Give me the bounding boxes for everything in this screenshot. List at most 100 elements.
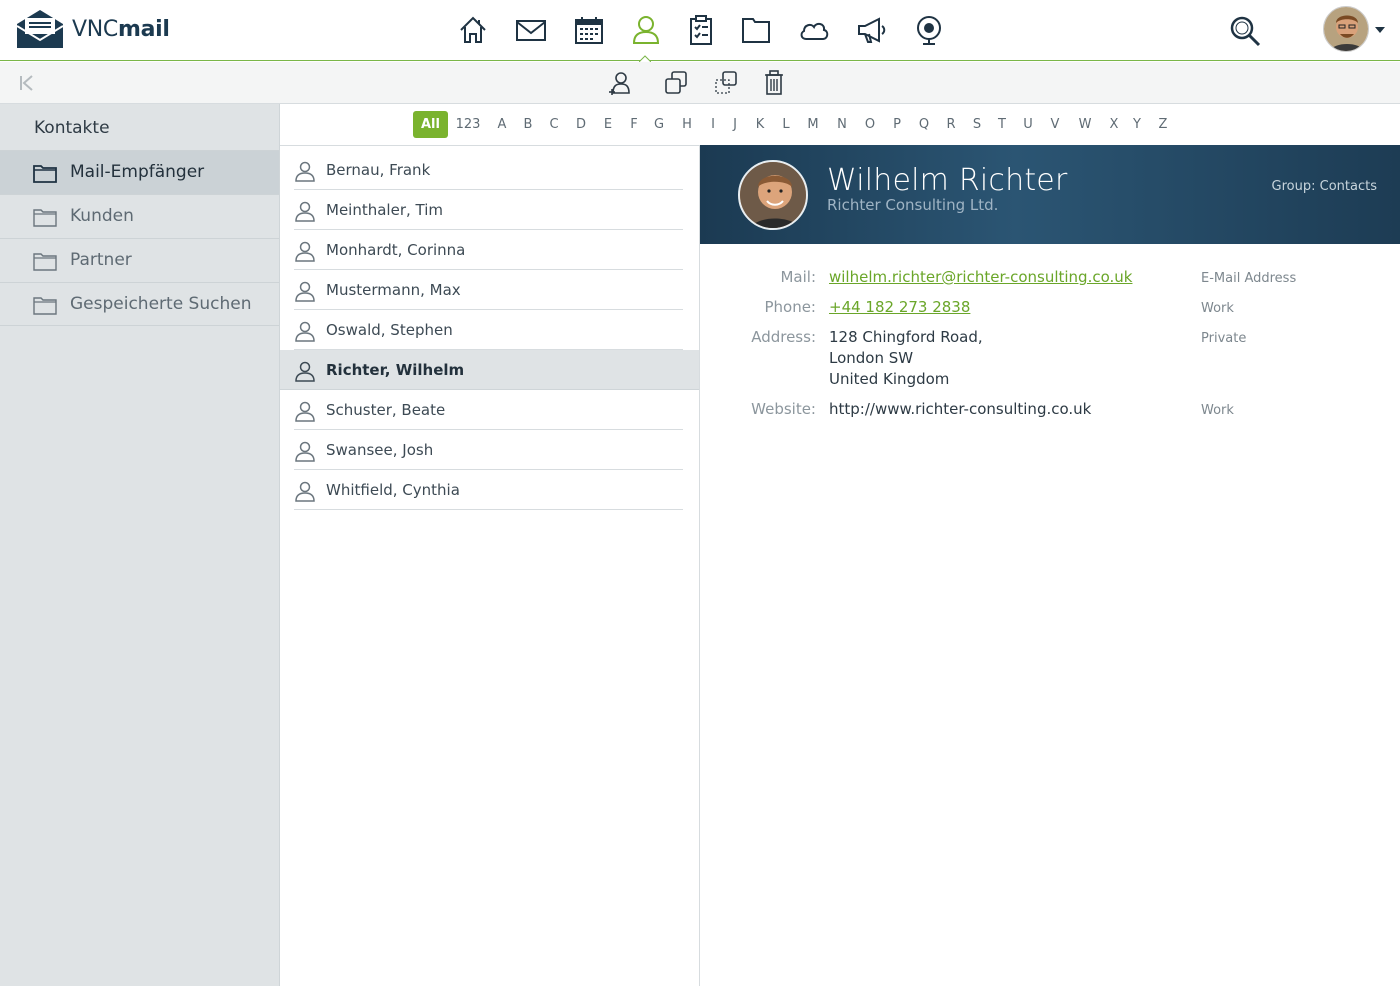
cloud-icon[interactable] [798, 13, 830, 47]
folder-icon [33, 209, 57, 227]
person-icon [295, 201, 315, 222]
person-icon [295, 321, 315, 342]
sidebar-item-kunden[interactable]: Kunden [0, 194, 279, 238]
add-contact-icon[interactable] [606, 69, 634, 97]
calendar-icon[interactable] [573, 13, 605, 47]
phone-label: Phone: [764, 298, 816, 316]
alphabet-filter: All 123 A B C D E F G H I J K L M N O P Q R S T U V W X Y Z [280, 104, 1400, 145]
contact-list-item[interactable]: Meinthaler, Tim [294, 190, 683, 230]
website-type: Work [1201, 403, 1234, 418]
mail-label: Mail: [780, 268, 816, 286]
sidebar-item-label: Mail-Empfänger [70, 162, 205, 182]
alphabet-filter-g[interactable]: G [651, 111, 667, 138]
alphabet-filter-v[interactable]: V [1047, 111, 1063, 138]
alphabet-filter-z[interactable]: Z [1155, 111, 1171, 138]
alphabet-filter-u[interactable]: U [1020, 111, 1036, 138]
alphabet-filter-t[interactable]: T [994, 111, 1010, 138]
alphabet-filter-w[interactable]: W [1075, 111, 1095, 138]
vncmail-logo[interactable]: VNCmail [17, 10, 170, 48]
alphabet-filter-p[interactable]: P [889, 111, 905, 138]
contact-list-item[interactable]: Swansee, Josh [294, 430, 683, 470]
folder-icon [33, 165, 57, 183]
alphabet-filter-j[interactable]: J [727, 111, 743, 138]
search-icon[interactable] [1228, 14, 1262, 48]
contact-name-label: Bernau, Frank [326, 161, 431, 179]
active-app-caret-icon [639, 55, 651, 62]
delete-contact-icon[interactable] [760, 69, 788, 97]
mail-link[interactable]: wilhelm.richter@richter-consulting.co.uk [829, 267, 1132, 288]
alphabet-filter-n[interactable]: N [834, 111, 850, 138]
alphabet-filter-123[interactable]: 123 [453, 111, 483, 138]
contact-list-item[interactable]: Whitfield, Cynthia [294, 470, 683, 510]
contact-list-item[interactable]: Richter, Wilhelm [280, 350, 699, 390]
alphabet-filter-q[interactable]: Q [916, 111, 932, 138]
alphabet-filter-d[interactable]: D [573, 111, 589, 138]
alphabet-filter-o[interactable]: O [862, 111, 878, 138]
person-icon [295, 241, 315, 262]
contacts-sidebar: Kontakte Mail-Empfänger Kunden Partner G… [0, 104, 280, 986]
video-icon[interactable] [913, 13, 945, 47]
contact-name-label: Whitfield, Cynthia [326, 481, 460, 499]
contact-name: Wilhelm Richter [827, 163, 1068, 198]
collapse-sidebar-icon[interactable] [18, 73, 36, 93]
user-menu-chevron-down-icon[interactable] [1375, 26, 1385, 34]
alphabet-filter-h[interactable]: H [679, 111, 695, 138]
alphabet-filter-f[interactable]: F [626, 111, 642, 138]
alphabet-filter-m[interactable]: M [803, 111, 823, 138]
alphabet-filter-c[interactable]: C [546, 111, 562, 138]
sidebar-item-partner[interactable]: Partner [0, 238, 279, 282]
alphabet-filter-all[interactable]: All [413, 111, 448, 138]
contact-list-item[interactable]: Bernau, Frank [294, 150, 683, 190]
tasks-icon[interactable] [685, 13, 717, 47]
website-value[interactable]: http://www.richter-consulting.co.uk [829, 399, 1091, 420]
alphabet-filter-a[interactable]: A [494, 111, 510, 138]
address-line-1: 128 Chingford Road, [829, 328, 983, 346]
phone-link[interactable]: +44 182 273 2838 [829, 297, 970, 318]
contact-name-label: Mustermann, Max [326, 281, 461, 299]
move-contact-icon[interactable] [712, 69, 740, 97]
address-type: Private [1201, 331, 1247, 346]
person-icon [295, 161, 315, 182]
contact-list-item[interactable]: Monhardt, Corinna [294, 230, 683, 270]
user-avatar[interactable] [1323, 6, 1369, 52]
files-icon[interactable] [740, 13, 772, 47]
contact-company: Richter Consulting Ltd. [827, 196, 999, 214]
contact-list-item[interactable]: Mustermann, Max [294, 270, 683, 310]
person-icon [295, 361, 315, 382]
contact-detail-header: Wilhelm Richter Richter Consulting Ltd. … [700, 145, 1400, 244]
sidebar-item-mail-empfaenger[interactable]: Mail-Empfänger [0, 150, 279, 194]
contact-group: Group: Contacts [1271, 179, 1377, 194]
mail-type: E-Mail Address [1201, 271, 1297, 286]
alphabet-filter-b[interactable]: B [520, 111, 536, 138]
sidebar-item-label: Partner [70, 250, 132, 270]
contact-name-label: Monhardt, Corinna [326, 241, 466, 259]
address-line-2: London SW [829, 349, 914, 367]
alphabet-filter-k[interactable]: K [752, 111, 768, 138]
address-line-3: United Kingdom [829, 370, 950, 388]
top-bar: VNCmail [0, 0, 1400, 62]
contact-list-item[interactable]: Oswald, Stephen [294, 310, 683, 350]
alphabet-filter-i[interactable]: I [706, 111, 720, 138]
contact-name-label: Schuster, Beate [326, 401, 446, 419]
contact-list-item[interactable]: Schuster, Beate [294, 390, 683, 430]
alphabet-filter-x[interactable]: X [1106, 111, 1122, 138]
sidebar-title: Kontakte [34, 118, 110, 138]
alphabet-filter-l[interactable]: L [778, 111, 794, 138]
sidebar-item-label: Gespeicherte Suchen [70, 294, 252, 314]
sidebar-item-label: Kunden [70, 206, 134, 226]
contact-name-label: Meinthaler, Tim [326, 201, 444, 219]
alphabet-filter-y[interactable]: Y [1129, 111, 1145, 138]
alphabet-filter-s[interactable]: S [969, 111, 985, 138]
contact-name-label: Richter, Wilhelm [326, 361, 465, 379]
contacts-icon[interactable] [630, 13, 662, 47]
megaphone-icon[interactable] [856, 13, 888, 47]
contact-list: Bernau, Frank Meinthaler, Tim Monhardt, Co… [280, 145, 700, 986]
toolbar [0, 62, 1400, 104]
mail-icon[interactable] [515, 13, 547, 47]
sidebar-item-gespeicherte-suchen[interactable]: Gespeicherte Suchen [0, 282, 279, 326]
alphabet-filter-r[interactable]: R [943, 111, 959, 138]
home-icon[interactable] [457, 13, 489, 47]
alphabet-filter-e[interactable]: E [600, 111, 616, 138]
folder-icon [33, 253, 57, 271]
copy-contact-icon[interactable] [662, 69, 690, 97]
